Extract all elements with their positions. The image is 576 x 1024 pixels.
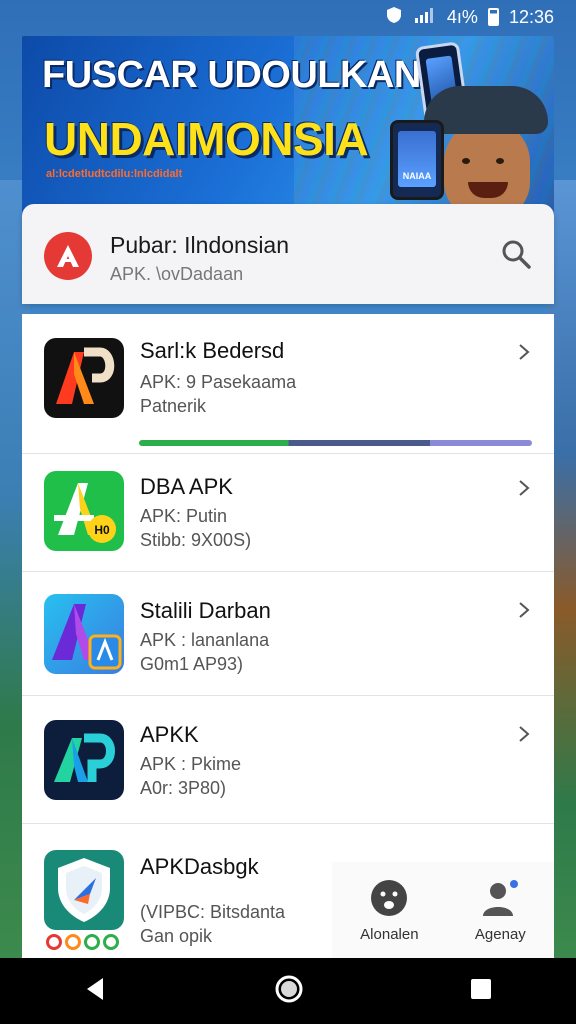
svg-text:H0: H0 [94,523,110,537]
banner-title-line1: FUSCAR UDOULKAN [42,54,421,96]
banner-title-line2: UNDAIMONSIA [44,113,369,165]
action-alonalen[interactable]: Alonalen [360,878,419,943]
banner-subtitle: al:lcdetludtcdilu:lnlcdidalt [46,168,183,180]
chevron-right-icon[interactable] [516,726,532,742]
app-icon-a-green: H0 [44,471,124,551]
app-icon-ap-orange [44,338,124,418]
promo-banner[interactable]: FUSCAR UDOULKAN UNDAIMONSIA al:lcdetludt… [22,36,554,216]
search-icon[interactable] [500,238,532,270]
badge-dot [84,934,100,950]
shield-icon [385,6,403,29]
app-detail-secondary: Stibb: 9X00S) [140,530,252,550]
app-name: Sarl:k Bedersd [140,338,285,363]
app-detail-secondary: Gan opik [140,926,213,946]
battery-icon [487,8,499,26]
action-agenay[interactable]: Agenay [475,878,526,943]
handheld-phone-illustration: NAIAA [390,120,444,200]
app-name: DBA APK [140,474,233,499]
app-detail: APK: 9 Pasekaama [140,372,297,392]
system-nav-bar [0,958,576,1024]
chevron-right-icon[interactable] [516,480,532,496]
badge-dot [103,934,119,950]
app-icon-shield [44,850,124,930]
phone-screen-label: NAIAA [398,131,436,187]
search-subtitle: APK. \ovDadaan [110,264,244,284]
app-logo-icon [44,232,92,280]
app-detail: APK : Pkime [140,754,242,774]
app-detail: APK: Putin [140,506,228,526]
chevron-right-icon[interactable] [516,602,532,618]
signal-text: 4ı% [446,6,478,27]
list-item[interactable]: Sarl:k Bedersd APK: 9 Pasekaama Patnerik [22,314,554,454]
rating-badges [46,934,119,950]
bottom-actions: Alonalen Agenay [332,862,554,958]
app-detail-secondary: Patnerik [140,396,207,416]
person-illustration [424,76,548,216]
app-icon-ap-teal [44,720,124,800]
badge-dot [46,934,62,950]
recents-icon[interactable] [469,977,493,1006]
search-card[interactable]: Pubar: Ilndonsian APK. \ovDadaan [22,204,554,304]
clock: 12:36 [508,6,554,27]
app-detail: APK : lananlana [140,630,270,650]
list-item[interactable]: H0 DBA APK APK: Putin Stibb: 9X00S) [22,454,554,572]
app-detail-secondary: A0r: 3P80) [140,778,227,798]
app-name: Stalili Darban [140,598,271,623]
app-list: Sarl:k Bedersd APK: 9 Pasekaama Patnerik… [22,314,554,958]
app-name: APKDasbgk [140,854,259,879]
wifi-icon [413,6,437,29]
chevron-right-icon[interactable] [516,344,532,360]
badge-dot [65,934,81,950]
action-label: Alonalen [360,925,419,943]
status-bar: 4ı% 12:36 [0,0,576,34]
face-icon [371,879,408,916]
app-detail: (VIPBC: Bitsdanta [140,902,286,922]
list-item[interactable]: APKK APK : Pkime A0r: 3P80) [22,696,554,824]
search-title: Pubar: Ilndonsian [110,232,290,258]
download-progress-bar [139,440,532,446]
download-progress-fill [139,440,532,446]
app-detail-secondary: G0m1 AP93) [140,654,244,674]
home-icon[interactable] [274,974,304,1009]
action-label: Agenay [474,925,526,943]
list-item[interactable]: Stalili Darban APK : lananlana G0m1 AP93… [22,572,554,696]
app-icon-a-purple [44,594,124,674]
back-icon[interactable] [83,976,109,1007]
person-icon [483,879,519,916]
app-name: APKK [140,722,199,747]
